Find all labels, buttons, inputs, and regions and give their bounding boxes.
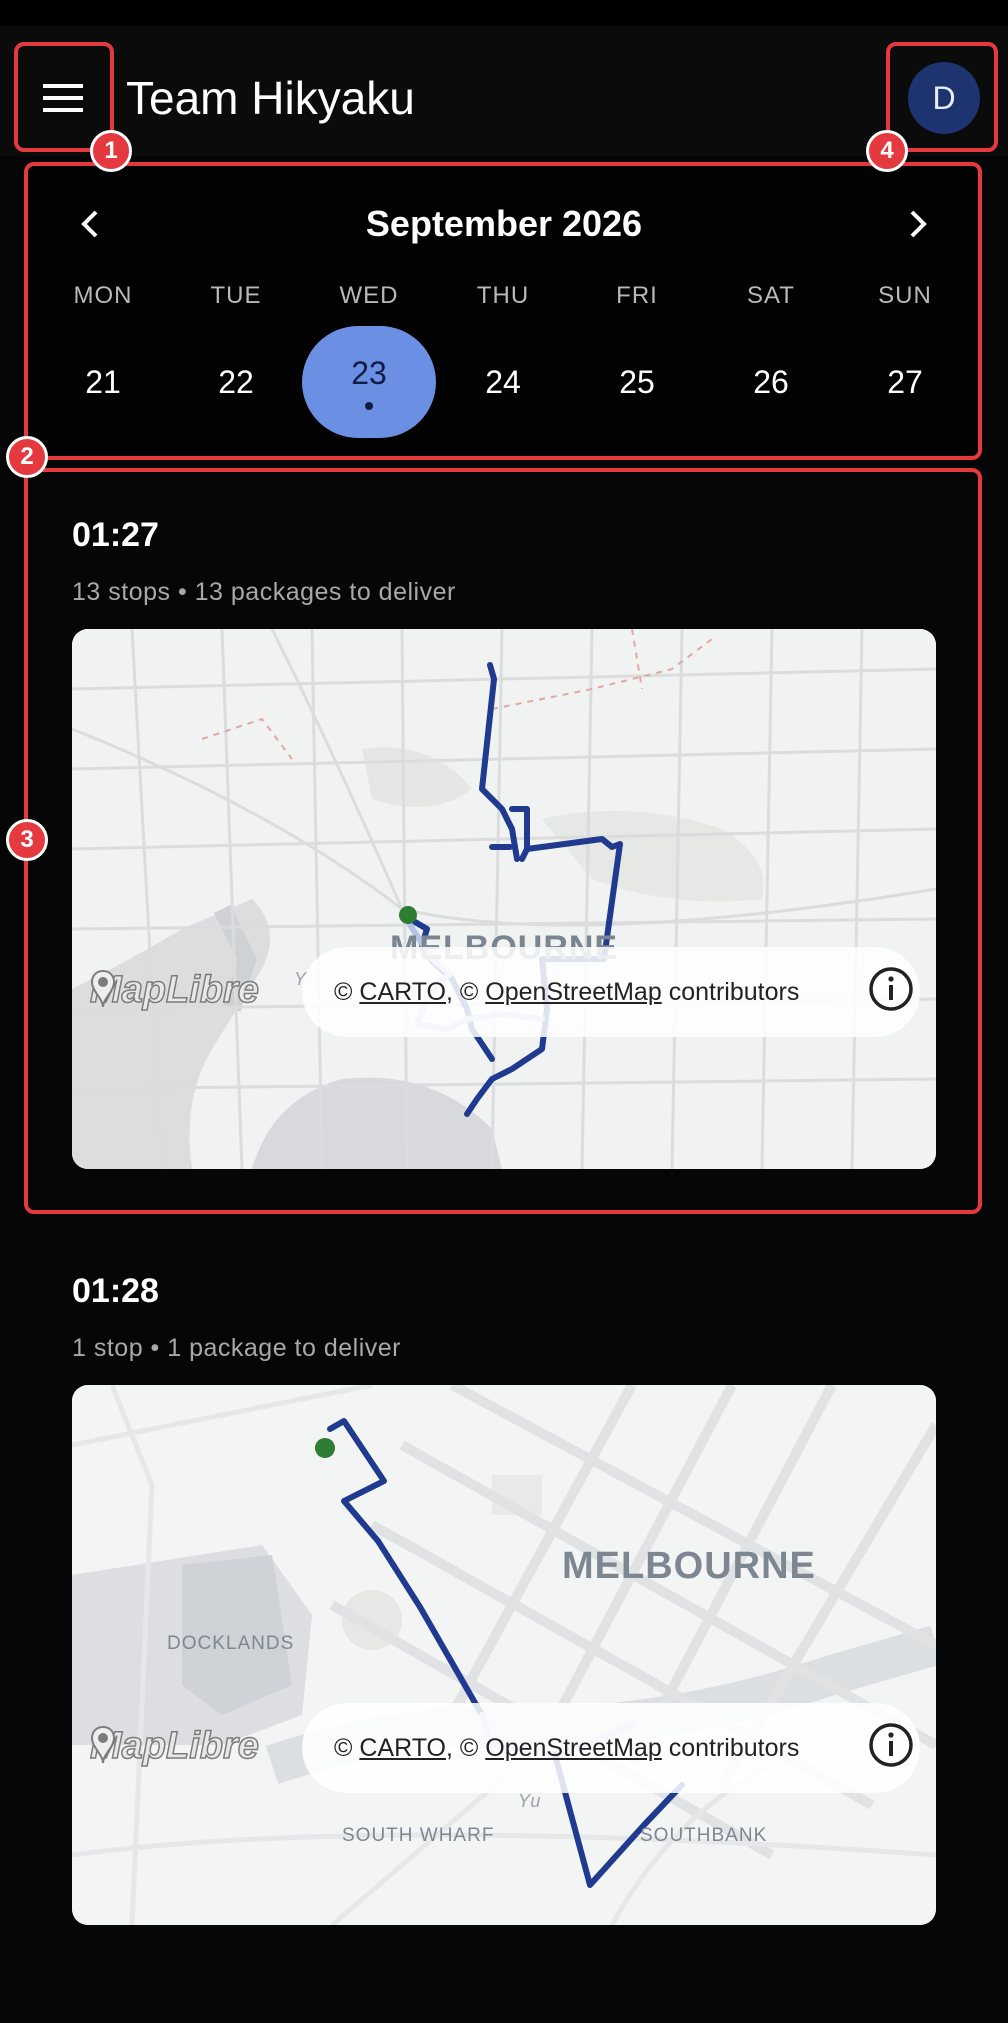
status-bar — [0, 0, 1008, 26]
map-docklands-label: DOCKLANDS — [167, 1633, 295, 1654]
highlight-box-3 — [24, 468, 982, 1214]
info-icon — [869, 1723, 913, 1767]
attribution-separator: , © — [445, 1734, 479, 1762]
osm-link[interactable]: OpenStreetMap — [485, 1734, 662, 1762]
highlight-box-4 — [886, 42, 998, 152]
annotation-badge-4: 4 — [866, 130, 908, 172]
annotation-badge-1: 1 — [90, 130, 132, 172]
attribution-info-button[interactable] — [868, 1722, 918, 1772]
annotation-badge-2: 2 — [6, 436, 48, 478]
route-2-time: 01:28 — [72, 1272, 159, 1310]
attribution-contributors: contributors — [668, 1734, 800, 1762]
attribution-copyright: © — [334, 1734, 353, 1762]
map-south-wharf-label: SOUTH WHARF — [342, 1825, 495, 1846]
attribution-text: © CARTO, © OpenStreetMap contributors — [334, 1734, 799, 1763]
route-2-map-canvas — [72, 1385, 936, 1925]
carto-link[interactable]: CARTO — [359, 1734, 446, 1762]
maplibre-logo: MapLibre — [89, 1724, 259, 1768]
route-2-map[interactable]: MELBOURNE DOCKLANDS SOUTH WHARF SOUTHBAN… — [72, 1385, 936, 1925]
map-river-label: Yu — [518, 1791, 542, 1811]
annotation-badge-3: 3 — [6, 819, 48, 861]
map-southbank-label: SOUTHBANK — [640, 1825, 768, 1846]
route-2-summary: 1 stop • 1 package to deliver — [72, 1334, 402, 1362]
map-city-label: MELBOURNE — [562, 1545, 816, 1587]
highlight-box-2 — [24, 162, 982, 460]
maplibre-pin-icon — [90, 1725, 116, 1764]
app-title: Team Hikyaku — [126, 72, 415, 124]
